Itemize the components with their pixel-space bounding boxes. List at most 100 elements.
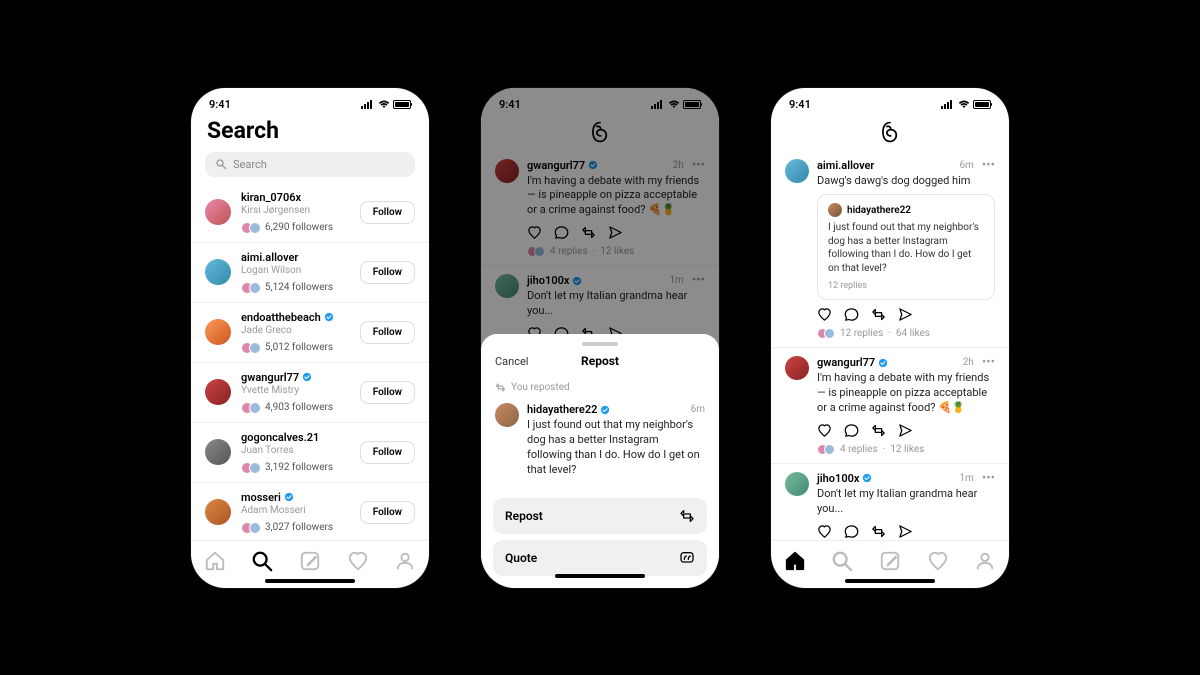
verified-icon: [878, 358, 888, 368]
post-text: Don't let my Italian grandma hear you...: [817, 487, 995, 517]
signal-icon: [941, 100, 955, 109]
post-actions: [817, 524, 995, 539]
search-input[interactable]: Search: [205, 152, 415, 177]
tab-home[interactable]: [783, 549, 807, 573]
followers-count: 5,124 followers: [265, 282, 333, 293]
follow-button[interactable]: Follow: [360, 261, 415, 284]
avatar: [205, 259, 231, 285]
reply-button[interactable]: [844, 524, 859, 539]
user-row[interactable]: aimi.allover Logan Wilson 5,124 follower…: [191, 242, 429, 302]
reply-button[interactable]: [844, 423, 859, 438]
follow-button[interactable]: Follow: [360, 321, 415, 344]
wifi-icon: [958, 100, 970, 109]
tab-activity[interactable]: [926, 549, 950, 573]
post-actions: [817, 423, 995, 438]
fullname: Logan Wilson: [241, 265, 350, 276]
tab-bar: [771, 540, 1009, 579]
page-title: Search: [191, 115, 429, 152]
tab-search[interactable]: [250, 549, 274, 573]
post-stats: 12 replies · 64 likes: [817, 328, 995, 339]
quoted-post[interactable]: hidayathere22 I just found out that my n…: [817, 194, 995, 300]
like-button[interactable]: [817, 307, 832, 322]
fullname: Yvette Mistry: [241, 385, 350, 396]
post-username[interactable]: hidayathere22: [527, 403, 597, 416]
follow-button[interactable]: Follow: [360, 501, 415, 524]
share-button[interactable]: [898, 307, 913, 322]
user-row[interactable]: gwangurl77 Yvette Mistry 4,903 followers…: [191, 362, 429, 422]
user-row[interactable]: gogoncalves.21 Juan Torres 3,192 followe…: [191, 422, 429, 482]
avatar[interactable]: [785, 472, 809, 496]
post-text: I just found out that my neighbor's dog …: [527, 418, 705, 477]
repost-icon: [679, 508, 695, 524]
post: gwangurl77 2h ••• I'm having a debate wi…: [771, 347, 1009, 463]
post-stats: 4 replies · 12 likes: [817, 444, 995, 455]
more-button[interactable]: •••: [982, 472, 995, 485]
repost-icon: [495, 382, 506, 393]
facepile: [817, 328, 835, 339]
tab-home[interactable]: [203, 549, 227, 573]
feed: aimi.allover 6m ••• Dawg's dawg's dog do…: [771, 151, 1009, 540]
share-button[interactable]: [898, 423, 913, 438]
tab-compose[interactable]: [878, 549, 902, 573]
sheet-grabber[interactable]: [582, 342, 618, 346]
like-button[interactable]: [817, 423, 832, 438]
post: aimi.allover 6m ••• Dawg's dawg's dog do…: [771, 151, 1009, 348]
facepile: [817, 444, 835, 455]
repost-button[interactable]: Repost: [493, 498, 707, 534]
avatar: [205, 199, 231, 225]
followers-count: 3,192 followers: [265, 462, 333, 473]
tab-compose[interactable]: [298, 549, 322, 573]
status-time: 9:41: [789, 98, 811, 111]
status-icons: [361, 100, 411, 109]
facepile: [241, 402, 261, 414]
follow-button[interactable]: Follow: [360, 381, 415, 404]
followers-count: 3,027 followers: [265, 522, 333, 533]
fullname: Adam Mosseri: [241, 505, 350, 516]
follow-button[interactable]: Follow: [360, 441, 415, 464]
more-button[interactable]: •••: [982, 159, 995, 172]
more-button[interactable]: •••: [982, 356, 995, 369]
repost-button[interactable]: [871, 307, 886, 322]
post-actions: [817, 307, 995, 322]
tab-search[interactable]: [830, 549, 854, 573]
share-button[interactable]: [898, 524, 913, 539]
verified-icon: [862, 473, 872, 483]
user-row[interactable]: kiran_0706x Kirsi Jørgensen 6,290 follow…: [191, 183, 429, 242]
tab-profile[interactable]: [393, 549, 417, 573]
quote-text: I just found out that my neighbor's dog …: [828, 221, 984, 275]
cancel-button[interactable]: Cancel: [495, 355, 528, 368]
user-row[interactable]: mosseri Adam Mosseri 3,027 followers Fol…: [191, 482, 429, 540]
repost-button[interactable]: [871, 423, 886, 438]
avatar: [205, 439, 231, 465]
like-button[interactable]: [817, 524, 832, 539]
follow-button[interactable]: Follow: [360, 201, 415, 224]
post-username[interactable]: gwangurl77: [817, 356, 875, 369]
reply-button[interactable]: [844, 307, 859, 322]
post-time: 2h: [963, 357, 974, 368]
sheet-title: Repost: [581, 354, 619, 368]
repost-button[interactable]: [871, 524, 886, 539]
avatar[interactable]: [785, 356, 809, 380]
signal-icon: [361, 100, 375, 109]
status-bar: 9:41: [771, 88, 1009, 115]
user-row[interactable]: endoatthebeach Jade Greco 5,012 follower…: [191, 302, 429, 362]
tab-profile[interactable]: [973, 549, 997, 573]
avatar: [205, 319, 231, 345]
quote-username: hidayathere22: [847, 205, 911, 216]
followers-count: 6,290 followers: [265, 222, 333, 233]
post-username[interactable]: aimi.allover: [817, 159, 874, 172]
username: aimi.allover: [241, 251, 350, 264]
post-text: I'm having a debate with my friends — is…: [817, 371, 995, 416]
status-icons: [941, 100, 991, 109]
search-placeholder: Search: [233, 158, 267, 171]
post-username[interactable]: jiho100x: [817, 472, 859, 485]
phone-search: 9:41 Search Search kiran_0706x Kirsi Jør…: [191, 88, 429, 588]
tab-activity[interactable]: [346, 549, 370, 573]
post: jiho100x 1m ••• Don't let my Italian gra…: [771, 463, 1009, 540]
fullname: Juan Torres: [241, 445, 350, 456]
avatar[interactable]: [785, 159, 809, 183]
status-bar: 9:41: [191, 88, 429, 115]
app-logo: [771, 115, 1009, 151]
quote-button[interactable]: Quote: [493, 540, 707, 576]
post-time: 6m: [959, 160, 973, 171]
